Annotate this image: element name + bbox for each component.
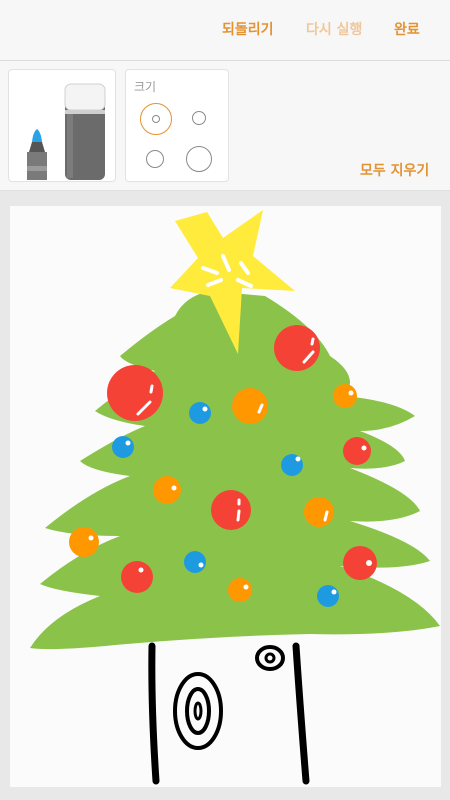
size-option-medium[interactable] <box>146 150 164 168</box>
clear-all-button[interactable]: 모두 지우기 <box>360 160 429 180</box>
done-button[interactable]: 완료 <box>394 0 420 60</box>
top-toolbar: 되돌리기 다시 실행 완료 <box>0 0 450 61</box>
size-label: 크기 <box>134 80 157 94</box>
size-selector: 크기 <box>125 69 229 182</box>
size-option-large[interactable] <box>186 146 212 172</box>
drawing-canvas[interactable] <box>10 206 441 787</box>
size-option-small[interactable] <box>140 103 172 135</box>
marker-pen-icon[interactable] <box>17 80 57 180</box>
undo-button[interactable]: 되돌리기 <box>222 0 274 60</box>
tree-drawing <box>30 210 440 785</box>
drawing-tools <box>8 69 116 182</box>
tool-panel: 크기 모두 지우기 <box>0 61 450 191</box>
eraser-icon[interactable] <box>61 80 111 184</box>
size-option-tiny[interactable] <box>192 111 206 125</box>
redo-button[interactable]: 다시 실행 <box>306 0 362 60</box>
